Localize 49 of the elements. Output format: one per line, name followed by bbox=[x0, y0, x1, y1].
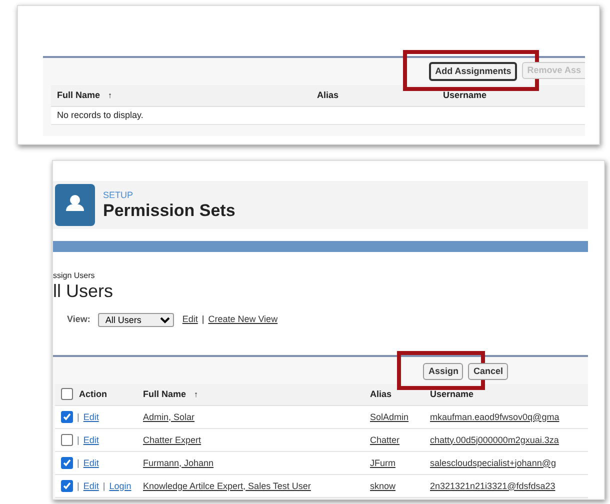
list-title: ll Users bbox=[53, 282, 114, 300]
column-header[interactable]: Username bbox=[430, 388, 474, 399]
view-dropdown[interactable]: All Users bbox=[98, 313, 174, 327]
username-link[interactable]: salescloudspecialist+johann@g bbox=[430, 458, 556, 468]
separator: | bbox=[77, 480, 80, 491]
column-header[interactable]: Full Name bbox=[143, 388, 186, 399]
column-header[interactable]: Full Name bbox=[57, 90, 100, 100]
action-link[interactable]: Edit bbox=[83, 458, 99, 468]
user-name-link[interactable]: Furmann, Johann bbox=[143, 458, 214, 468]
sort-arrow-icon: ↑ bbox=[108, 90, 112, 100]
username-link[interactable]: mkaufman.eaod9fwsov0q@gma bbox=[430, 412, 560, 422]
breadcrumb: SETUP bbox=[103, 188, 134, 202]
column-header[interactable]: Action bbox=[79, 388, 107, 399]
action-button[interactable]: Cancel bbox=[468, 363, 508, 380]
column-header[interactable]: Alias bbox=[370, 388, 392, 399]
view-link[interactable]: Edit bbox=[182, 314, 198, 324]
action-button[interactable]: Add Assignments bbox=[429, 62, 518, 81]
separator: | bbox=[202, 314, 204, 324]
separator: | bbox=[77, 434, 80, 445]
page-title: Permission Sets bbox=[103, 202, 236, 222]
alias-link[interactable]: Chatter bbox=[370, 434, 400, 445]
separator: | bbox=[77, 412, 80, 422]
separator: | bbox=[77, 458, 80, 468]
view-label: View: bbox=[67, 313, 90, 326]
view-link[interactable]: Create New View bbox=[208, 314, 278, 324]
column-header[interactable]: Username bbox=[443, 90, 487, 100]
action-link[interactable]: Edit bbox=[83, 434, 99, 445]
checkbox[interactable] bbox=[61, 411, 73, 424]
page-subtitle: ssign Users bbox=[53, 270, 96, 282]
action-link[interactable]: Login bbox=[109, 480, 132, 491]
checkbox[interactable] bbox=[61, 434, 73, 446]
alias-link[interactable]: sknow bbox=[370, 480, 396, 491]
column-header[interactable]: Alias bbox=[317, 90, 339, 100]
checkbox[interactable] bbox=[61, 480, 73, 492]
action-link[interactable]: Edit bbox=[83, 412, 99, 422]
checkbox[interactable] bbox=[61, 388, 73, 400]
username-link[interactable]: 2n321321n21i3321@fdsfdsa23 bbox=[430, 480, 556, 491]
user-name-link[interactable]: Chatter Expert bbox=[143, 434, 202, 445]
user-name-link[interactable]: Knowledge Artilce Expert, Sales Test User bbox=[143, 480, 311, 491]
separator: | bbox=[102, 480, 106, 491]
user-name-link[interactable]: Admin, Solar bbox=[143, 412, 195, 422]
sort-arrow-icon: ↑ bbox=[194, 390, 198, 399]
empty-message: No records to display. bbox=[57, 110, 144, 120]
checkbox[interactable] bbox=[61, 457, 73, 470]
action-button[interactable]: Assign bbox=[423, 363, 464, 380]
alias-link[interactable]: JFurm bbox=[370, 458, 396, 468]
username-link[interactable]: chatty.00d5j000000m2gxuai.3za bbox=[430, 434, 559, 445]
alias-link[interactable]: SolAdmin bbox=[370, 412, 409, 422]
action-link[interactable]: Edit bbox=[83, 480, 99, 491]
